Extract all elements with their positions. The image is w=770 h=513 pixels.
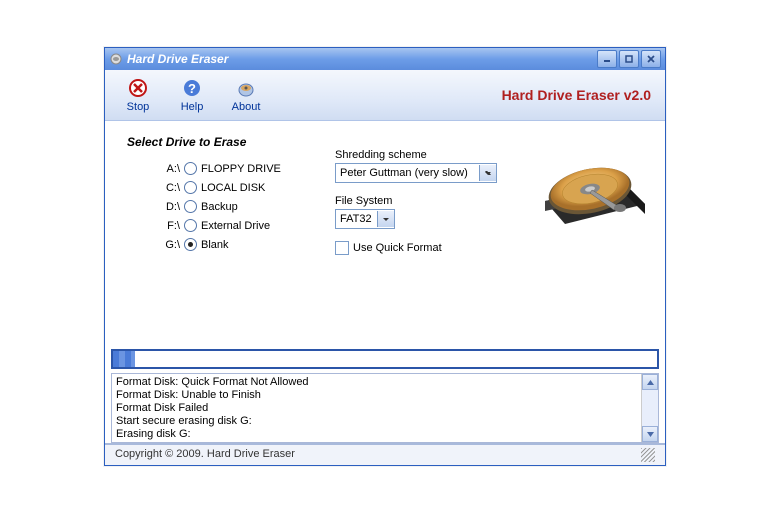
drive-label: Blank <box>201 239 229 251</box>
content-area: Select Drive to Erase A:\ FLOPPY DRIVE C… <box>105 121 665 349</box>
drive-letter: D:\ <box>152 201 180 213</box>
quick-format-row: Use Quick Format <box>335 241 497 255</box>
log-area: Format Disk: Quick Format Not Allowed Fo… <box>111 373 659 443</box>
log-line: Format Disk Failed <box>116 402 637 415</box>
fs-value: FAT32 <box>336 213 377 225</box>
help-button[interactable]: ? Help <box>167 73 217 117</box>
about-icon <box>235 77 257 99</box>
maximize-button[interactable] <box>619 50 639 68</box>
scroll-down-icon[interactable] <box>642 426 658 442</box>
stop-icon <box>127 77 149 99</box>
stop-button[interactable]: Stop <box>113 73 163 117</box>
drive-label: Backup <box>201 201 238 213</box>
log-line: Format Disk: Unable to Finish <box>116 389 637 402</box>
minimize-button[interactable] <box>597 50 617 68</box>
copyright-text: Copyright © 2009. Hard Drive Eraser <box>115 448 295 462</box>
app-title: Hard Drive Eraser v2.0 <box>502 87 651 103</box>
app-icon <box>109 52 123 66</box>
log-scrollbar[interactable] <box>641 374 658 442</box>
dropdown-arrow-icon <box>377 211 394 227</box>
help-label: Help <box>181 101 204 113</box>
scheme-label: Shredding scheme <box>335 149 497 161</box>
drive-letter: C:\ <box>152 182 180 194</box>
dropdown-arrow-icon <box>479 165 496 181</box>
drive-radio-f[interactable] <box>184 219 197 232</box>
progress-fill <box>113 351 135 367</box>
log-line: Erasing disk G: <box>116 428 637 441</box>
about-button[interactable]: About <box>221 73 271 117</box>
drive-letter: A:\ <box>152 163 180 175</box>
drive-label: FLOPPY DRIVE <box>201 163 281 175</box>
drive-radio-a[interactable] <box>184 162 197 175</box>
toolbar: Stop ? Help About Hard Drive Eraser v2.0 <box>105 70 665 121</box>
drive-radio-g[interactable] <box>184 238 197 251</box>
statusbar: Copyright © 2009. Hard Drive Eraser <box>105 443 665 465</box>
fs-dropdown[interactable]: FAT32 <box>335 209 395 229</box>
scheme-dropdown[interactable]: Peter Guttman (very slow) <box>335 163 497 183</box>
quick-format-checkbox[interactable] <box>335 241 349 255</box>
log-line: Format Disk: Quick Format Not Allowed <box>116 376 637 389</box>
titlebar[interactable]: Hard Drive Eraser <box>105 48 665 70</box>
help-icon: ? <box>181 77 203 99</box>
drive-letter: F:\ <box>152 220 180 232</box>
drive-radio-c[interactable] <box>184 181 197 194</box>
main-window: Hard Drive Eraser Stop ? Help About Hard… <box>104 47 666 466</box>
log-text: Format Disk: Quick Format Not Allowed Fo… <box>112 374 641 442</box>
progress-bar <box>111 349 659 369</box>
drive-label: LOCAL DISK <box>201 182 265 194</box>
drive-letter: G:\ <box>152 239 180 251</box>
quick-format-label: Use Quick Format <box>353 242 442 254</box>
close-button[interactable] <box>641 50 661 68</box>
stop-label: Stop <box>127 101 150 113</box>
scroll-up-icon[interactable] <box>642 374 658 390</box>
log-line: Start secure erasing disk G: <box>116 415 637 428</box>
svg-text:?: ? <box>188 81 196 96</box>
resize-grip-icon[interactable] <box>641 448 655 462</box>
drive-label: External Drive <box>201 220 270 232</box>
about-label: About <box>232 101 261 113</box>
hard-drive-image <box>535 126 655 236</box>
scheme-value: Peter Guttman (very slow) <box>336 167 479 179</box>
window-title: Hard Drive Eraser <box>127 52 597 66</box>
fs-label: File System <box>335 195 497 207</box>
drive-radio-d[interactable] <box>184 200 197 213</box>
